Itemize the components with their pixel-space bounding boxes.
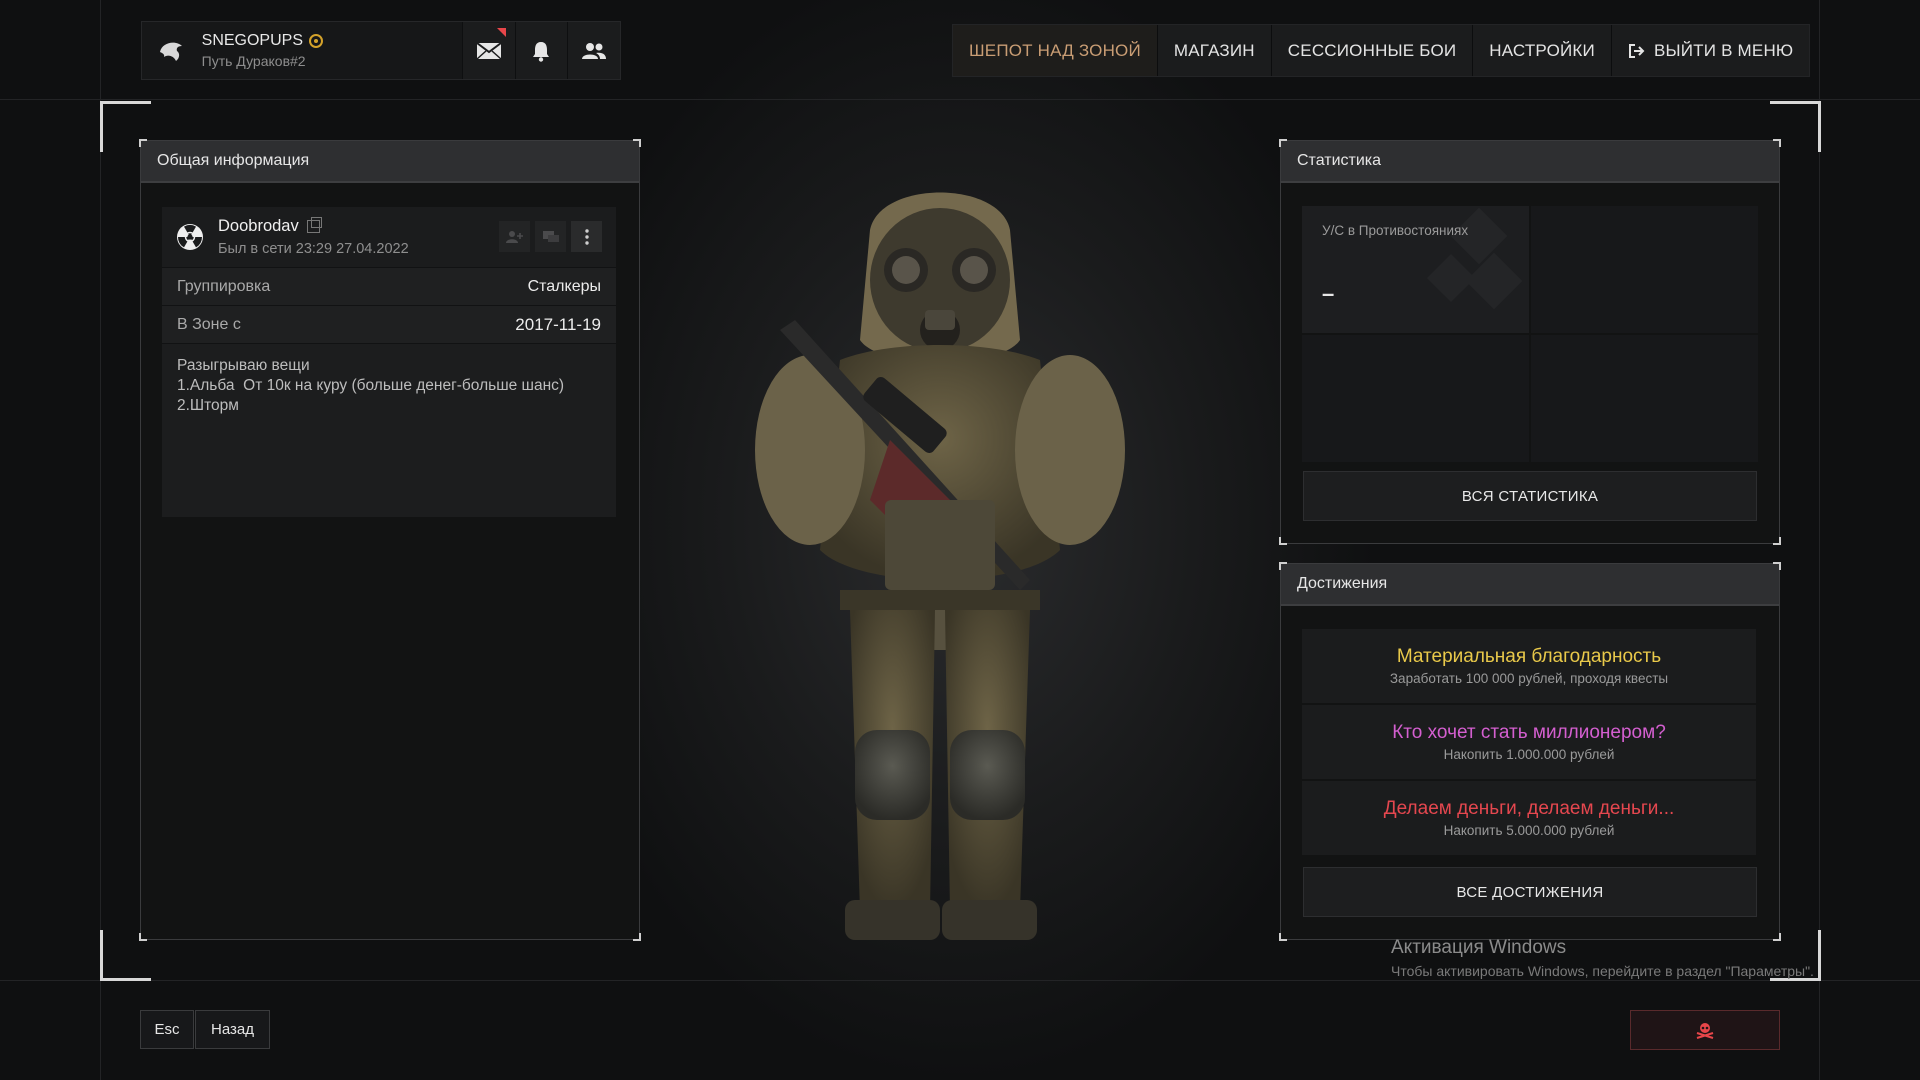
achievements-title: Достижения [1281, 564, 1779, 606]
radiation-icon [162, 223, 218, 251]
player-subtitle: Путь Дураков#2 [201, 53, 306, 69]
panel-corner [1279, 933, 1287, 941]
character-model [755, 192, 1125, 940]
friends-icon [582, 42, 607, 59]
description-line: 1.Альба От 10к на куру (больше денег-бол… [177, 377, 565, 394]
achievement-item[interactable]: Материальная благодарность Заработать 10… [1302, 629, 1756, 703]
profile-bar: SNEGOPUPS Путь Дураков#2 [141, 21, 621, 80]
panel-corner [633, 933, 641, 941]
stat-cell-empty [1531, 335, 1758, 462]
achievement-desc: Заработать 100 000 рублей, проходя квест… [1389, 671, 1669, 686]
panel-corner [139, 139, 147, 147]
panel-corner [1773, 139, 1781, 147]
description-line: 2.Шторм [177, 397, 239, 414]
frame-line-left [100, 0, 101, 1080]
copy-icon[interactable] [306, 217, 322, 233]
stats-grid: У/С в Противостояниях – [1302, 206, 1758, 462]
notifications-button[interactable] [514, 22, 568, 79]
unread-flag-icon [496, 28, 506, 37]
mail-icon [476, 41, 502, 60]
achievement-title: Кто хочет стать миллионером? [1392, 722, 1666, 743]
player-card: Doobrodav Был в сети 23:29 27.04.2022 Гр… [162, 207, 616, 517]
all-statistics-button[interactable]: ВСЯ СТАТИСТИКА [1303, 471, 1757, 521]
windows-activation-text: Чтобы активировать Windows, перейдите в … [1391, 963, 1814, 979]
faction-label: Группировка [177, 277, 271, 295]
nav-shop[interactable]: МАГАЗИН [1157, 25, 1272, 76]
nav-exit-to-menu[interactable]: ВЫЙТИ В МЕНЮ [1611, 25, 1810, 76]
username-text: SNEGOPUPS [201, 32, 303, 49]
all-achievements-button[interactable]: ВСЕ ДОСТИЖЕНИЯ [1303, 867, 1757, 917]
frame-line-bottom [0, 980, 1920, 981]
add-friend-icon [505, 230, 523, 243]
description-line: Разыгрываю вещи [177, 357, 310, 374]
panel-corner [1773, 537, 1781, 545]
zone-since-label: В Зоне с [177, 315, 241, 333]
player-description: Разыгрываю вещи 1.Альба От 10к на куру (… [162, 343, 616, 517]
exit-icon [1628, 43, 1645, 58]
frame-line-right [1819, 0, 1820, 1080]
friends-button[interactable] [567, 22, 620, 79]
achievement-item[interactable]: Кто хочет стать миллионером? Накопить 1.… [1302, 705, 1756, 779]
mail-button[interactable] [461, 22, 515, 79]
skull-crossbones-icon [1696, 1023, 1714, 1039]
panel-corner [1279, 562, 1287, 570]
more-options-button[interactable] [571, 221, 602, 252]
last-seen: Был в сети 23:29 27.04.2022 [218, 241, 409, 257]
message-button[interactable] [535, 221, 566, 252]
statistics-title: Статистика [1281, 141, 1779, 183]
more-vertical-icon [584, 228, 589, 245]
faction-logo-icon[interactable] [142, 22, 200, 79]
add-friend-button[interactable] [499, 221, 530, 252]
esc-key[interactable]: Esc [140, 1010, 194, 1049]
zone-since-row: В Зоне с 2017-11-19 [162, 305, 616, 343]
panel-corner [1279, 537, 1287, 545]
panel-corner [633, 139, 641, 147]
panel-corner [1773, 562, 1781, 570]
stat-cell-empty [1531, 206, 1758, 333]
username: SNEGOPUPS [202, 32, 462, 50]
zone-since-value: 2017-11-19 [515, 314, 601, 334]
faction-row: Группировка Сталкеры [162, 267, 616, 305]
bell-icon [533, 41, 550, 62]
panel-corner [139, 933, 147, 941]
windows-activation-title: Активация Windows [1391, 937, 1567, 958]
nav-session-battles[interactable]: СЕССИОННЫЕ БОИ [1271, 25, 1474, 76]
chat-icon [542, 230, 559, 242]
kd-label: У/С в Противостояниях [1322, 223, 1469, 238]
main-nav: ШЕПОТ НАД ЗОНОЙ МАГАЗИН СЕССИОННЫЕ БОИ Н… [952, 24, 1811, 77]
panel-corner [1279, 139, 1287, 147]
achievement-desc: Накопить 5.000.000 рублей [1443, 823, 1615, 838]
nav-exit-label: ВЫЙТИ В МЕНЮ [1653, 40, 1794, 60]
general-info-title: Общая информация [141, 141, 639, 183]
achievement-title: Материальная благодарность [1396, 646, 1662, 667]
nav-settings[interactable]: НАСТРОЙКИ [1473, 25, 1612, 76]
achievement-title: Делаем деньги, делаем деньги... [1383, 798, 1675, 819]
rank-badge-icon [309, 34, 323, 48]
faction-value: Сталкеры [527, 277, 601, 295]
panel-corner [1773, 933, 1781, 941]
stat-cell-empty [1302, 335, 1529, 462]
report-button[interactable] [1630, 1010, 1780, 1050]
player-name: Doobrodav [218, 217, 299, 235]
achievement-item[interactable]: Делаем деньги, делаем деньги... Накопить… [1302, 781, 1756, 855]
back-button[interactable]: Назад [195, 1010, 270, 1049]
nav-whisper-over-zone[interactable]: ШЕПОТ НАД ЗОНОЙ [953, 25, 1158, 76]
kd-value: – [1322, 281, 1335, 306]
frame-line-top [0, 99, 1920, 100]
kd-stat-cell: У/С в Противостояниях – [1302, 206, 1529, 333]
achievement-desc: Накопить 1.000.000 рублей [1443, 747, 1615, 762]
